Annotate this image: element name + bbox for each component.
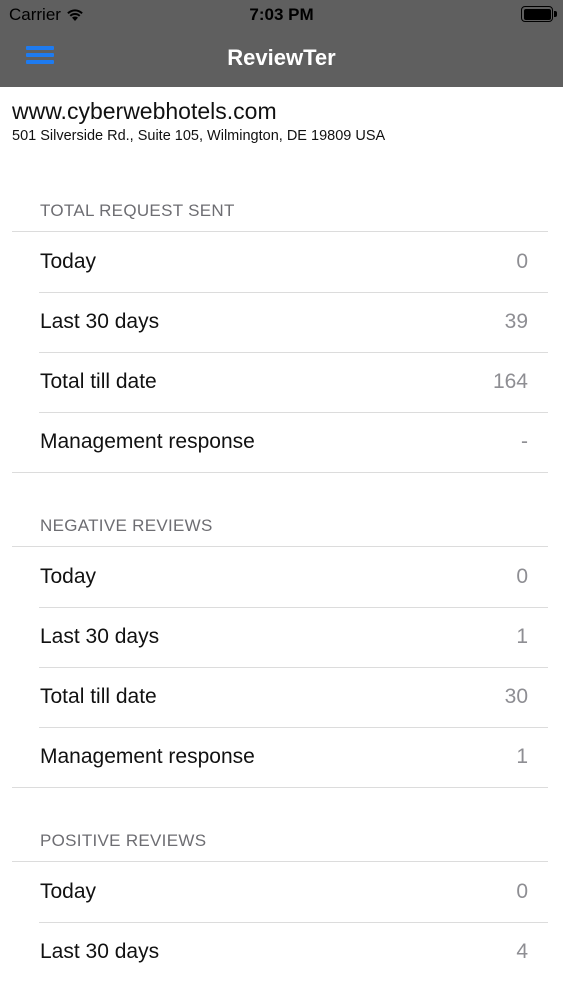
hotel-info: www.cyberwebhotels.com 501 Silverside Rd… (12, 98, 385, 144)
row-value: 1 (516, 625, 528, 648)
table-row[interactable]: Last 30 days 4 (12, 922, 548, 982)
row-value: - (521, 430, 528, 453)
battery-icon (521, 6, 557, 22)
hotel-name: www.cyberwebhotels.com (12, 98, 277, 124)
hotel-address: 501 Silverside Rd., Suite 105, Wilmingto… (12, 128, 386, 144)
status-time: 7:03 PM (249, 5, 314, 24)
section-header: NEGATIVE REVIEWS (40, 516, 213, 535)
row-label: Management response (40, 745, 255, 768)
section-header: TOTAL REQUEST SENT (40, 201, 235, 220)
status-bar: Carrier 7:03 PM (0, 0, 563, 30)
table-row[interactable]: Today 0 (12, 547, 548, 607)
table-row[interactable]: Total till date 30 (12, 667, 548, 727)
row-value: 39 (504, 310, 528, 333)
stats-table: Today 0 Last 30 days 39 Total till date … (12, 231, 548, 473)
table-row[interactable]: Today 0 (12, 862, 548, 922)
row-value: 0 (516, 565, 528, 588)
stats-table: Today 0 Last 30 days 1 Total till date 3… (12, 546, 548, 788)
row-value: 30 (504, 685, 528, 708)
row-value: 0 (516, 250, 528, 273)
table-row[interactable]: Total till date 164 (12, 352, 548, 412)
row-value: 164 (492, 370, 528, 393)
table-row[interactable]: Management response 1 (12, 727, 548, 787)
page-title: ReviewTer (227, 45, 336, 70)
row-label: Last 30 days (40, 940, 160, 963)
section-header: POSITIVE REVIEWS (40, 831, 207, 850)
row-value: 4 (516, 940, 528, 963)
table-row[interactable]: Today 0 (12, 232, 548, 292)
row-label: Management response (40, 430, 255, 453)
row-label: Today (40, 880, 97, 903)
row-label: Total till date (40, 685, 157, 708)
stats-table: Today 0 Last 30 days 4 (12, 861, 548, 982)
row-value: 0 (516, 880, 528, 903)
row-label: Last 30 days (40, 625, 160, 648)
table-row[interactable]: Management response - (12, 412, 548, 472)
row-label: Total till date (40, 370, 157, 393)
row-value: 1 (516, 745, 528, 768)
navigation-bar: ReviewTer (0, 30, 563, 87)
row-label: Today (40, 565, 97, 588)
row-label: Last 30 days (40, 310, 160, 333)
top-bar: Carrier 7:03 PM ReviewTer (0, 0, 563, 87)
row-label: Today (40, 250, 97, 273)
table-row[interactable]: Last 30 days 1 (12, 607, 548, 667)
table-row[interactable]: Last 30 days 39 (12, 292, 548, 352)
